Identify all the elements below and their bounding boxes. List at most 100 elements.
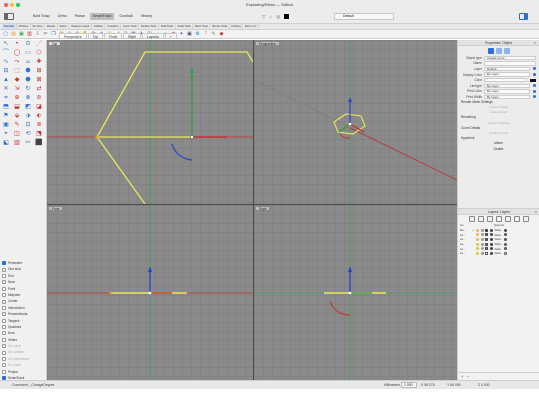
blend-icon[interactable]: ⬕ — [1, 139, 11, 147]
block-icon[interactable]: ▣ — [1, 121, 11, 129]
save-icon[interactable]: ▣ — [18, 31, 25, 38]
visibility-bulb-icon[interactable] — [476, 233, 480, 237]
text-icon[interactable]: ⬗ — [23, 112, 33, 120]
property-value-field[interactable] — [484, 77, 527, 83]
property-value-field[interactable]: Closed curve — [484, 55, 536, 60]
cut-icon[interactable]: ✂ — [42, 31, 49, 38]
mode-tab-history[interactable]: History — [138, 13, 155, 20]
dimension-icon[interactable]: ⬙ — [12, 112, 22, 120]
new-icon[interactable]: ▢ — [2, 31, 9, 38]
ellipse-icon[interactable]: ◯ — [12, 49, 22, 57]
property-value-field[interactable]: By Layer — [484, 94, 530, 100]
material-sphere-icon[interactable] — [504, 242, 508, 246]
split-icon[interactable]: ✂ — [23, 139, 33, 147]
point-icon[interactable]: • — [12, 40, 22, 48]
dropdown-indicator-icon[interactable] — [533, 67, 536, 71]
viewport-tab-front[interactable]: Front — [104, 33, 123, 39]
layers-menu-icon[interactable]: ≡ — [535, 209, 537, 215]
target-icon[interactable]: ◎ — [276, 13, 280, 20]
ribbon-tab-standard[interactable]: Standard — [2, 24, 17, 29]
arc-icon[interactable]: ⌒ — [1, 49, 11, 57]
lock-icon[interactable] — [480, 247, 484, 251]
ribbon-tab-cplanes[interactable]: CPlanes — [17, 24, 31, 29]
color-swatch[interactable] — [530, 78, 536, 82]
left-sidebar-toggle-icon[interactable] — [4, 13, 14, 20]
ribbon-tab-viewport-layout[interactable]: Viewport Layout — [69, 24, 92, 29]
hatch-icon[interactable]: ⬖ — [34, 112, 44, 120]
property-value-field[interactable]: Default — [484, 66, 530, 72]
print-color-icon[interactable] — [489, 233, 493, 237]
osnap-checkbox[interactable] — [2, 350, 6, 355]
osnap-checkbox[interactable] — [2, 286, 6, 291]
ribbon-tab-display[interactable]: Display — [45, 24, 58, 29]
group-icon[interactable]: ◪ — [34, 103, 44, 111]
revolve-icon[interactable]: ⊚ — [34, 121, 44, 129]
ribbon-tab-curve-tools[interactable]: Curve Tools — [121, 24, 140, 29]
lock-icon[interactable] — [480, 233, 484, 237]
cross-icon[interactable]: ✚ — [34, 58, 44, 66]
rectangle-icon[interactable]: ▭ — [23, 49, 33, 57]
filter-layers-icon[interactable] — [514, 216, 520, 222]
rotate-icon[interactable]: ↻ — [23, 85, 33, 93]
osnap-checkbox[interactable] — [2, 293, 6, 298]
layer-tools-icon[interactable] — [523, 216, 529, 222]
target-icon[interactable]: ⌖ — [1, 130, 11, 138]
material-sphere-icon[interactable] — [504, 247, 508, 251]
layer-color-swatch[interactable] — [485, 228, 489, 232]
ribbon-tab-mesh-tools[interactable]: Mesh Tools — [193, 24, 211, 29]
mode-tab-ortho[interactable]: Ortho — [55, 13, 70, 20]
viewport-perspective-title[interactable]: Perspective — [255, 41, 280, 46]
viewport-right-title[interactable]: Right — [255, 206, 271, 211]
osnap-checkbox[interactable] — [2, 273, 6, 278]
move-up-icon[interactable] — [496, 216, 502, 222]
difference-icon[interactable]: ⊗ — [23, 94, 33, 102]
visibility-bulb-icon[interactable] — [476, 247, 480, 251]
ribbon-tab-set-view[interactable]: Set View — [31, 24, 46, 29]
copy-icon[interactable]: ❐ — [50, 31, 57, 38]
material-sphere-icon[interactable] — [504, 237, 508, 241]
fillet-icon[interactable]: ⌓ — [23, 58, 33, 66]
print-color-icon[interactable] — [489, 228, 493, 232]
torus-icon[interactable]: ⬣ — [23, 76, 33, 84]
visibility-bulb-icon[interactable] — [476, 237, 480, 241]
osnap-checkbox[interactable] — [2, 312, 6, 317]
lock-icon[interactable] — [480, 228, 484, 232]
lock-icon[interactable] — [480, 242, 484, 246]
add-viewport-tab-button[interactable]: + — [164, 33, 177, 39]
polygon-icon[interactable]: ⬡ — [34, 49, 44, 57]
sketch-icon[interactable]: ✎ — [12, 121, 22, 129]
visibility-bulb-icon[interactable] — [476, 251, 480, 255]
viewport-tab-layouts[interactable]: Layouts — [142, 33, 164, 39]
osnap-checkbox[interactable] — [2, 357, 6, 362]
move-icon[interactable]: ⇄ — [34, 85, 44, 93]
details-button[interactable]: Details — [458, 147, 539, 152]
osnap-checkbox[interactable] — [2, 344, 6, 349]
print-icon[interactable]: ▥ — [26, 31, 33, 38]
intersect-icon[interactable]: ⊘ — [34, 94, 44, 102]
lock-icon[interactable]: ⌂ — [269, 13, 272, 20]
osnap-checkbox[interactable] — [2, 331, 6, 336]
trim-icon[interactable]: ⇲ — [12, 85, 22, 93]
property-value-field[interactable]: By Layer — [484, 89, 530, 94]
lock-icon[interactable] — [480, 237, 484, 241]
osnap-checkbox[interactable] — [2, 267, 6, 272]
curve-icon[interactable]: ∿ — [1, 58, 11, 66]
viewport-top-title[interactable]: Top — [48, 41, 62, 46]
current-layer-combo[interactable]: Default — [334, 13, 394, 20]
sweep-icon[interactable]: ⬔ — [34, 130, 44, 138]
material-properties-icon[interactable] — [495, 47, 502, 54]
object-properties-icon[interactable] — [487, 47, 494, 54]
layer-color-swatch[interactable] — [485, 237, 489, 241]
offset-icon[interactable]: ⬒ — [1, 103, 11, 111]
add-layer-icon[interactable]: + — [461, 373, 464, 380]
osnap-checkbox[interactable] — [2, 369, 6, 374]
ribbon-tab-transform[interactable]: Transform — [105, 24, 122, 29]
cylinder-icon[interactable]: ⬢ — [23, 67, 33, 75]
material-sphere-icon[interactable] — [504, 251, 508, 255]
mode-tab-bold-snap[interactable]: Bold Snap — [30, 13, 53, 20]
dropdown-indicator-icon[interactable] — [533, 89, 536, 93]
print-color-icon[interactable] — [489, 242, 493, 246]
interp-curve-icon[interactable]: ⤳ — [12, 58, 22, 66]
panel-menu-icon[interactable]: ≡ — [534, 40, 536, 46]
right-sidebar-toggle-icon[interactable] — [519, 13, 528, 20]
